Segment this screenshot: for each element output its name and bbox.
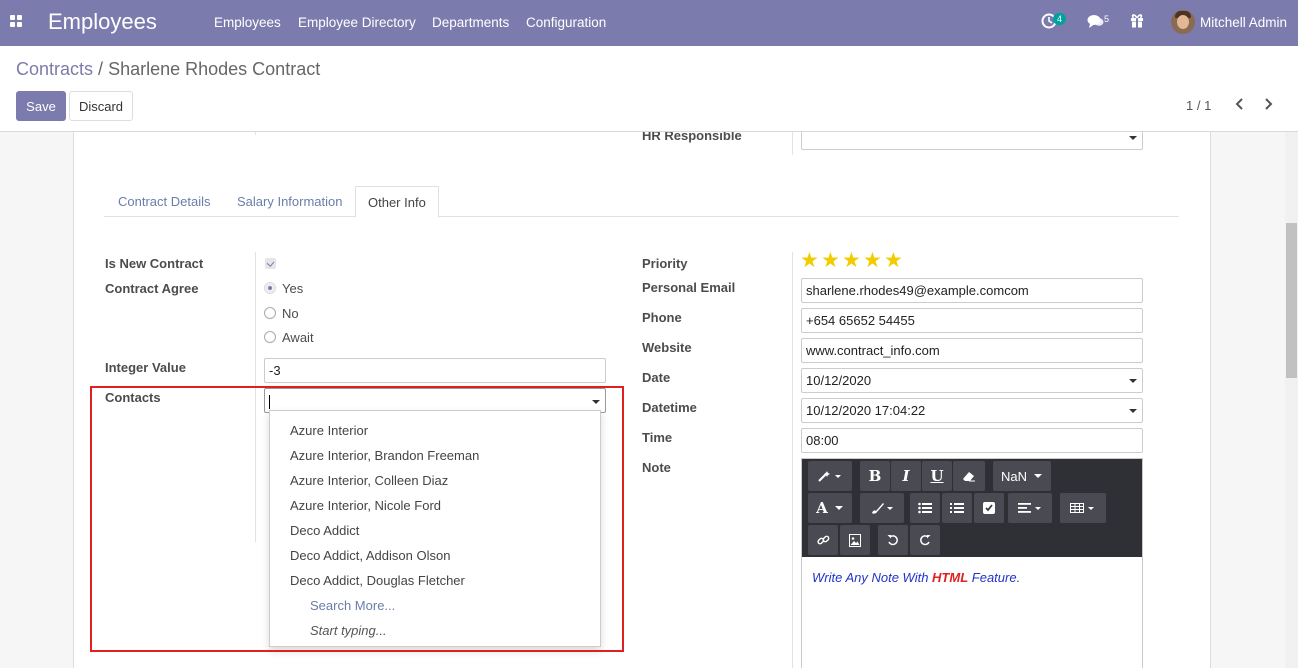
table-icon[interactable]	[1060, 493, 1106, 523]
agree-yes-radio[interactable]	[264, 282, 276, 294]
dropdown-option[interactable]: Azure Interior, Brandon Freeman	[290, 448, 479, 463]
gift-icon[interactable]	[1130, 13, 1144, 31]
contacts-label: Contacts	[105, 390, 161, 405]
redo-icon[interactable]	[910, 525, 940, 555]
priority-star-icon[interactable]: ★	[884, 250, 903, 271]
search-more-link[interactable]: Search More...	[310, 598, 395, 613]
website-label: Website	[642, 340, 692, 355]
priority-star-icon[interactable]: ★	[842, 250, 861, 271]
priority-star-icon[interactable]: ★	[821, 250, 840, 271]
agree-no-radio[interactable]	[264, 307, 276, 319]
time-label: Time	[642, 430, 673, 445]
integer-value-input[interactable]: -3	[264, 358, 606, 383]
personal-email-input[interactable]: sharlene.rhodes49@example.comcom	[801, 278, 1143, 303]
website-input[interactable]: www.contract_info.com	[801, 338, 1143, 363]
highlight-brush-icon[interactable]	[860, 493, 904, 523]
date-input[interactable]: 10/12/2020	[801, 368, 1143, 393]
user-avatar[interactable]	[1171, 10, 1195, 34]
personal-email-label: Personal Email	[642, 280, 736, 295]
italic-icon[interactable]: I	[891, 461, 921, 491]
numbered-list-icon[interactable]	[942, 493, 972, 523]
priority-label: Priority	[642, 256, 688, 271]
dropdown-option[interactable]: Deco Addict, Douglas Fletcher	[290, 573, 465, 588]
tab-other-info[interactable]: Other Info	[355, 186, 439, 218]
is-new-contract-label: Is New Contract	[105, 256, 204, 271]
start-typing-hint: Start typing...	[310, 623, 387, 638]
menu-employees[interactable]: Employees	[214, 15, 281, 30]
font-size-value: NaN	[1000, 468, 1027, 484]
control-panel: Contracts / Sharlene Rhodes Contract Sav…	[0, 46, 1298, 132]
note-content[interactable]: Write Any Note With HTML Feature.	[812, 570, 1020, 585]
message-count-badge: 5	[1104, 14, 1110, 24]
agree-no-label[interactable]: No	[282, 306, 299, 321]
page-scrollbar[interactable]	[1285, 132, 1298, 668]
magic-wand-style-icon[interactable]	[808, 461, 852, 491]
agree-await-label[interactable]: Await	[282, 330, 314, 345]
integer-value-label: Integer Value	[105, 360, 186, 375]
checklist-icon[interactable]	[974, 493, 1004, 523]
contacts-autocomplete-dropdown: Azure Interior Azure Interior, Brandon F…	[269, 410, 601, 647]
menu-employee-directory[interactable]: Employee Directory	[298, 15, 416, 30]
agree-await-radio[interactable]	[264, 331, 276, 343]
scrollbar-thumb[interactable]	[1286, 223, 1297, 378]
tab-contract-details[interactable]: Contract Details	[118, 194, 210, 217]
contract-agree-label: Contract Agree	[105, 281, 199, 296]
apps-menu-icon[interactable]	[10, 15, 23, 28]
note-html-editor[interactable]: B I U NaN A Write Any Note With HTML Fea…	[801, 458, 1143, 668]
pager-next-icon[interactable]	[1262, 97, 1274, 114]
time-input[interactable]: 08:00	[801, 428, 1143, 453]
breadcrumb-contracts-link[interactable]: Contracts	[16, 59, 93, 79]
hr-responsible-label: HR Responsible	[642, 132, 742, 143]
menu-configuration[interactable]: Configuration	[526, 15, 606, 30]
editor-toolbar: B I U NaN A	[802, 459, 1142, 557]
activity-count-badge: 4	[1053, 13, 1067, 25]
dropdown-option[interactable]: Deco Addict, Addison Olson	[290, 548, 450, 563]
is-new-contract-checkbox[interactable]	[265, 258, 276, 269]
save-button[interactable]: Save	[16, 91, 66, 121]
discard-button[interactable]: Discard	[69, 91, 133, 121]
breadcrumb-current: Sharlene Rhodes Contract	[108, 59, 321, 79]
undo-icon[interactable]	[878, 525, 908, 555]
pager-value: 1 / 1	[1186, 98, 1212, 113]
image-icon[interactable]	[840, 525, 870, 555]
phone-label: Phone	[642, 310, 682, 325]
priority-star-icon[interactable]: ★	[863, 250, 882, 271]
menu-departments[interactable]: Departments	[432, 15, 509, 30]
note-text-html: HTML	[932, 570, 969, 585]
top-navbar: Employees Employees Employee Directory D…	[0, 0, 1298, 46]
breadcrumb: Contracts / Sharlene Rhodes Contract	[16, 59, 320, 80]
bullet-list-icon[interactable]	[910, 493, 940, 523]
datetime-input[interactable]: 10/12/2020 17:04:22	[801, 398, 1143, 423]
breadcrumb-separator: /	[98, 59, 104, 79]
link-icon[interactable]	[808, 525, 838, 555]
hr-responsible-select[interactable]	[801, 132, 1143, 150]
pager-previous-icon[interactable]	[1234, 97, 1246, 114]
font-size-dropdown[interactable]: NaN	[993, 461, 1051, 491]
form-content-area: HR Responsible Contract Details Salary I…	[0, 132, 1298, 668]
datetime-value: 10/12/2020 17:04:22	[806, 403, 926, 418]
dropdown-option[interactable]: Azure Interior	[290, 423, 368, 438]
phone-input[interactable]: +654 65652 54455	[801, 308, 1143, 333]
note-label: Note	[642, 460, 671, 475]
note-text-prefix: Write Any Note With	[812, 570, 933, 585]
user-name[interactable]: Mitchell Admin	[1200, 15, 1287, 30]
date-label: Date	[642, 370, 671, 385]
dropdown-option[interactable]: Azure Interior, Colleen Diaz	[290, 473, 448, 488]
tab-salary-information[interactable]: Salary Information	[237, 194, 343, 217]
bold-icon[interactable]: B	[860, 461, 890, 491]
priority-star-icon[interactable]: ★	[800, 250, 819, 271]
agree-yes-label[interactable]: Yes	[282, 281, 303, 296]
paragraph-align-icon[interactable]	[1008, 493, 1052, 523]
messages-chat-icon[interactable]	[1087, 14, 1104, 32]
font-color-icon[interactable]: A	[808, 493, 852, 523]
datetime-label: Datetime	[642, 400, 697, 415]
date-value: 10/12/2020	[806, 373, 872, 388]
dropdown-option[interactable]: Deco Addict	[290, 523, 359, 538]
eraser-icon[interactable]	[953, 461, 985, 491]
dropdown-option[interactable]: Azure Interior, Nicole Ford	[290, 498, 441, 513]
underline-icon[interactable]: U	[922, 461, 952, 491]
app-name[interactable]: Employees	[48, 9, 157, 35]
note-text-suffix: Feature.	[968, 570, 1021, 585]
